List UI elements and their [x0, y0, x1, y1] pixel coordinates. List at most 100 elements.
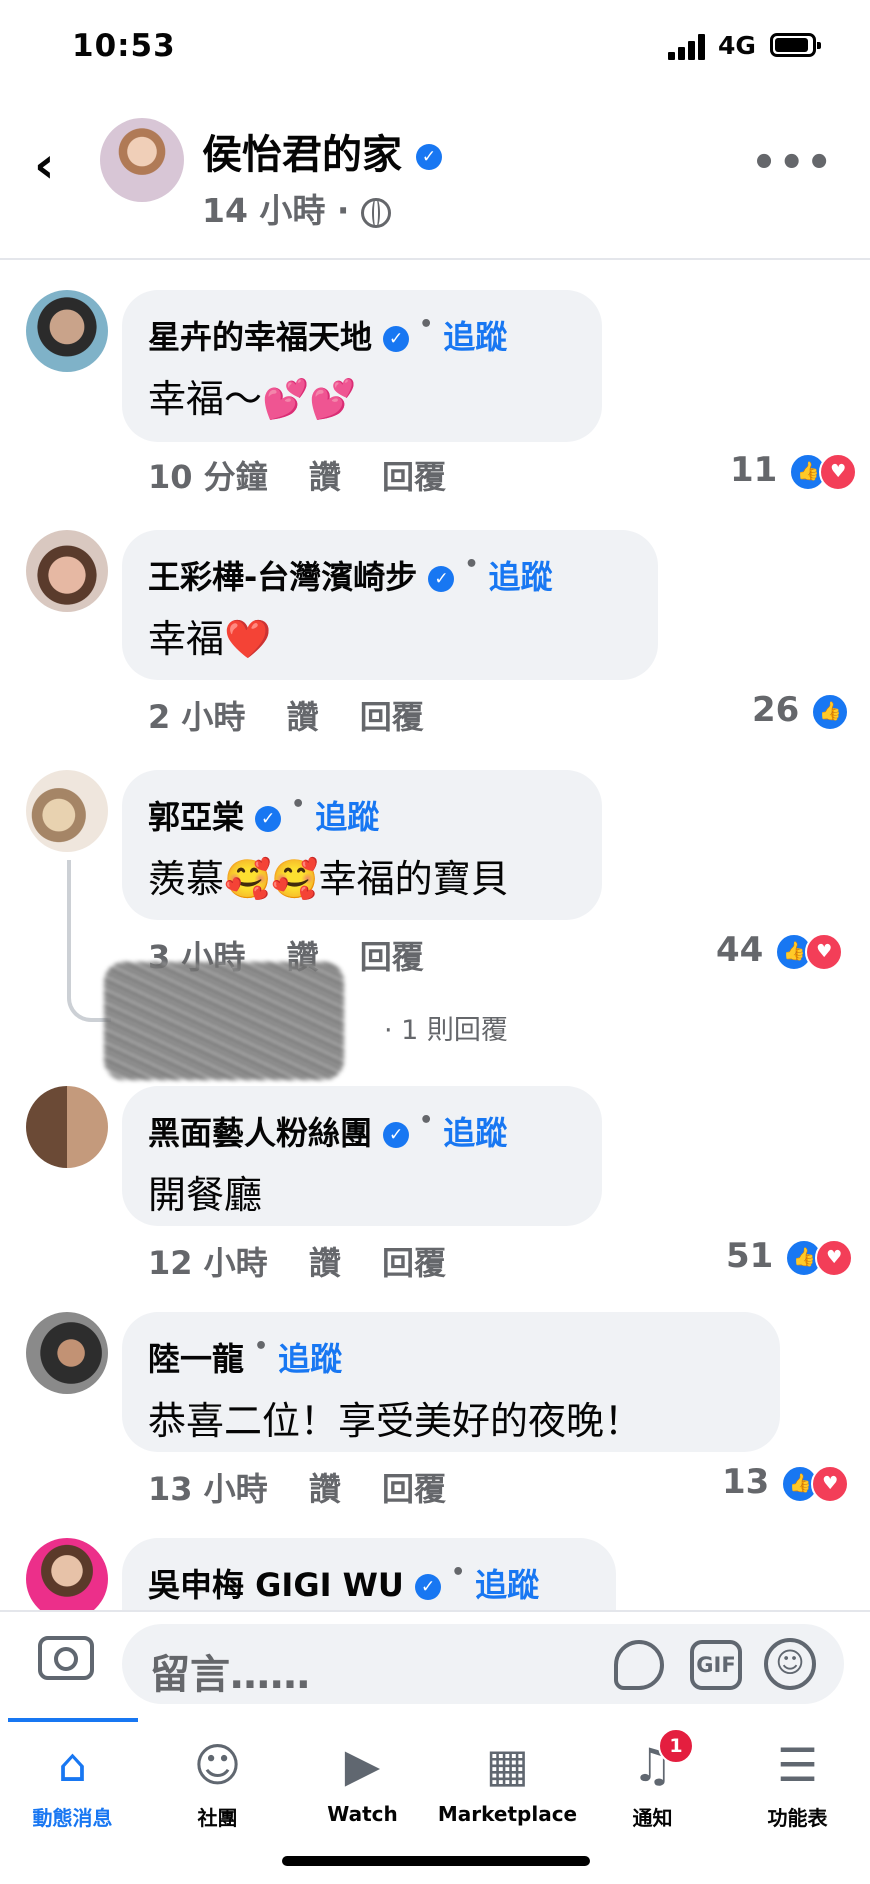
follow-button[interactable]: 追蹤: [278, 1340, 342, 1378]
comment-bubble[interactable]: 吳申梅 GIGI WU ✓• 追蹤: [122, 1538, 616, 1610]
sticker-icon[interactable]: [614, 1640, 664, 1690]
commenter-name[interactable]: 陸一龍: [148, 1340, 244, 1378]
reply-button[interactable]: 回覆: [382, 1470, 446, 1508]
reaction-summary[interactable]: 51 👍 ♥: [726, 1236, 854, 1277]
like-button[interactable]: 讚: [309, 1470, 341, 1508]
signal-icon: [668, 34, 710, 60]
like-button[interactable]: 讚: [309, 1244, 341, 1282]
comment-bubble[interactable]: 星卉的幸福天地 ✓• 追蹤 幸福～💕💕: [122, 290, 602, 442]
reaction-summary[interactable]: 26 👍: [752, 690, 850, 731]
verified-icon: ✓: [428, 566, 455, 592]
follow-button[interactable]: 追蹤: [475, 1566, 539, 1604]
reaction-count: 26: [752, 690, 800, 730]
camera-icon[interactable]: [38, 1636, 94, 1680]
comment-time: 13 小時: [148, 1470, 268, 1508]
globe-icon: [360, 197, 391, 228]
page-avatar[interactable]: [100, 118, 184, 202]
reply-button[interactable]: 回覆: [360, 698, 424, 736]
reaction-count: 11: [730, 450, 778, 490]
comment-time: 12 小時: [148, 1244, 268, 1282]
like-button[interactable]: 讚: [309, 458, 341, 496]
like-button[interactable]: 讚: [287, 698, 319, 736]
follow-button[interactable]: 追蹤: [443, 1114, 507, 1152]
love-icon: ♥: [805, 932, 844, 971]
love-icon: ♥: [819, 452, 858, 491]
comment-item: 吳申梅 GIGI WU ✓• 追蹤: [0, 1538, 870, 1610]
avatar[interactable]: [26, 1312, 108, 1394]
tab-groups[interactable]: ☺ 社團: [145, 1718, 290, 1848]
groups-icon: ☺: [193, 1738, 242, 1792]
commenter-name[interactable]: 星卉的幸福天地: [148, 318, 372, 356]
reaction-count: 44: [716, 930, 764, 970]
view-replies-link[interactable]: · 1 則回覆: [384, 1008, 508, 1047]
comment-time: 2 小時: [148, 698, 246, 736]
more-options-button[interactable]: •••: [751, 140, 834, 186]
post-header: ‹ 侯怡君的家 ✓ 14 小時 · •••: [0, 100, 870, 260]
tab-watch[interactable]: ▶ Watch: [290, 1718, 435, 1848]
love-icon: ♥: [815, 1238, 854, 1277]
reaction-summary[interactable]: 44 👍 ♥: [716, 930, 844, 971]
menu-icon: ☰: [776, 1738, 819, 1792]
comment-bubble[interactable]: 郭亞棠 ✓• 追蹤 羨慕🥰🥰幸福的寶貝: [122, 770, 602, 920]
avatar[interactable]: [26, 1538, 108, 1610]
comment-time: 10 分鐘: [148, 458, 268, 496]
status-time: 10:53: [72, 28, 176, 64]
commenter-name[interactable]: 王彩樺-台灣濱崎步: [148, 558, 417, 596]
tab-notifications[interactable]: ♫ 1 通知: [580, 1718, 725, 1848]
verified-icon: ✓: [255, 806, 282, 832]
comment-bubble[interactable]: 陸一龍 • 追蹤 恭喜二位！享受美好的夜晚！: [122, 1312, 780, 1452]
love-icon: ♥: [811, 1464, 850, 1503]
back-button[interactable]: ‹: [34, 140, 55, 190]
commenter-name[interactable]: 黑面藝人粉絲團: [148, 1114, 372, 1152]
marketplace-icon: ▦: [485, 1738, 530, 1792]
tab-marketplace[interactable]: ▦ Marketplace: [435, 1718, 580, 1848]
tab-menu[interactable]: ☰ 功能表: [725, 1718, 870, 1848]
comment-actions: 12 小時 讚 回覆: [148, 1238, 476, 1284]
home-indicator: [282, 1856, 590, 1866]
notification-badge: 1: [658, 1728, 694, 1764]
page-title[interactable]: 侯怡君的家 ✓: [202, 122, 442, 180]
comment-composer: 留言…… GIF ☺: [0, 1610, 870, 1712]
reaction-count: 51: [726, 1236, 774, 1276]
like-icon: 👍: [811, 692, 850, 731]
reaction-count: 13: [722, 1462, 770, 1502]
redacted-area: [104, 962, 344, 1080]
follow-button[interactable]: 追蹤: [489, 558, 553, 596]
comment-actions: 10 分鐘 讚 回覆: [148, 452, 476, 498]
comment-text: 羨慕🥰🥰幸福的寶貝: [148, 857, 509, 901]
comment-input[interactable]: 留言…… GIF ☺: [122, 1624, 844, 1704]
verified-icon: ✓: [415, 144, 442, 170]
reply-button[interactable]: 回覆: [360, 938, 424, 976]
commenter-name[interactable]: 郭亞棠: [148, 798, 244, 836]
comment-text: 開餐廳: [148, 1173, 263, 1217]
tab-news-feed[interactable]: ⌂ 動態消息: [0, 1718, 145, 1848]
verified-icon: ✓: [383, 326, 410, 352]
comment-bubble[interactable]: 黑面藝人粉絲團 ✓• 追蹤 開餐廳: [122, 1086, 602, 1226]
comment-placeholder: 留言……: [150, 1652, 310, 1698]
verified-icon: ✓: [383, 1122, 410, 1148]
comment-bubble[interactable]: 王彩樺-台灣濱崎步 ✓• 追蹤 幸福❤️: [122, 530, 658, 680]
watch-icon: ▶: [344, 1738, 381, 1792]
reaction-summary[interactable]: 11 👍 ♥: [730, 450, 858, 491]
battery-icon: [770, 33, 821, 57]
commenter-name[interactable]: 吳申梅 GIGI WU: [148, 1566, 404, 1604]
reaction-summary[interactable]: 13 👍 ♥: [722, 1462, 850, 1503]
emoji-icon[interactable]: ☺: [764, 1638, 816, 1690]
avatar[interactable]: [26, 1086, 108, 1168]
post-time: 14 小時: [202, 191, 326, 230]
status-bar: 10:53 4G: [0, 0, 870, 100]
reply-button[interactable]: 回覆: [382, 1244, 446, 1282]
follow-button[interactable]: 追蹤: [443, 318, 507, 356]
comment-text: 幸福～💕💕: [148, 377, 357, 421]
gif-button[interactable]: GIF: [690, 1640, 742, 1690]
comment-actions: 2 小時 讚 回覆: [148, 692, 454, 738]
home-icon: ⌂: [57, 1738, 88, 1792]
avatar[interactable]: [26, 530, 108, 612]
avatar[interactable]: [26, 290, 108, 372]
avatar[interactable]: [26, 770, 108, 852]
comment-text: 恭喜二位！享受美好的夜晚！: [148, 1399, 643, 1443]
follow-button[interactable]: 追蹤: [315, 798, 379, 836]
reply-button[interactable]: 回覆: [382, 458, 446, 496]
verified-icon: ✓: [415, 1574, 442, 1600]
network-type: 4G: [718, 31, 756, 60]
